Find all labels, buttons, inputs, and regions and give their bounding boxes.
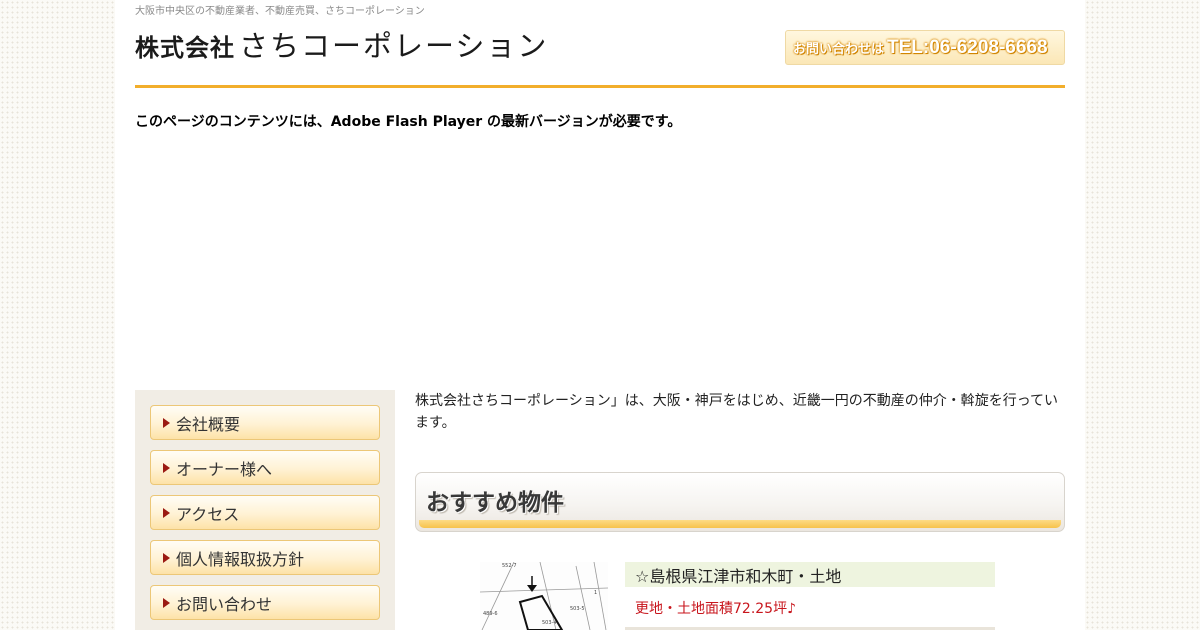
sidebar-item-label: お問い合わせ xyxy=(176,594,273,614)
plat-lot-label: 1 xyxy=(594,590,597,596)
contact-phone-number: TEL:06-6208-6668 xyxy=(887,36,1048,58)
company-intro-text: 株式会社さちコーポレーション」は、大阪・神戸をはじめ、近畿一円の不動産の仲介・斡… xyxy=(415,393,1059,431)
recommended-properties-heading: おすすめ物件 xyxy=(415,472,1065,532)
logo-text-name: さちコーポレーション xyxy=(239,29,549,63)
plat-lot-label: 552-7 xyxy=(502,563,517,569)
sidebar-item-contact[interactable]: お問い合わせ xyxy=(150,585,380,620)
sidebar-nav: 会社概要 オーナー様へ アクセス 個人情報取扱方針 お問い合わせ xyxy=(135,390,395,630)
plat-lot-label: 503-5 xyxy=(570,606,585,612)
recommended-heading-text: おすすめ物件 xyxy=(426,490,564,516)
property-description: 更地・土地面積72.25坪♪ xyxy=(635,601,797,617)
site-tagline: 大阪市中央区の不動産業者、不動産売買、さちコーポレーション xyxy=(135,6,425,17)
arrow-right-icon xyxy=(163,507,170,518)
sidebar-item-label: オーナー様へ xyxy=(176,459,273,479)
sidebar-item-privacy-policy[interactable]: 個人情報取扱方針 xyxy=(150,540,380,575)
plat-lot-label: 503-4 xyxy=(542,620,557,626)
sidebar-item-label: アクセス xyxy=(176,504,240,524)
sidebar-item-label: 個人情報取扱方針 xyxy=(176,549,305,569)
sidebar-item-label: 会社概要 xyxy=(176,414,241,434)
arrow-right-icon xyxy=(163,462,170,473)
sidebar-item-company-overview[interactable]: 会社概要 xyxy=(150,405,380,440)
property-plat-map-image[interactable]: 552-7 489-6 503-5 503-4 1 xyxy=(480,562,608,630)
plat-map-drawing: 552-7 489-6 503-5 503-4 1 xyxy=(480,562,608,630)
sidebar-item-access[interactable]: アクセス xyxy=(150,495,380,530)
plat-lot-label: 489-6 xyxy=(483,611,498,617)
flash-player-notice[interactable]: このページのコンテンツには、Adobe Flash Player の最新バージョ… xyxy=(135,111,681,131)
heading-accent-bar xyxy=(419,520,1061,528)
contact-phone-banner[interactable]: お問い合わせは TEL:06-6208-6668 xyxy=(785,30,1065,65)
sidebar-item-for-owners[interactable]: オーナー様へ xyxy=(150,450,380,485)
contact-label: お問い合わせは xyxy=(793,42,885,57)
property-title-link[interactable]: ☆島根県江津市和木町・土地 xyxy=(625,562,995,587)
header-divider xyxy=(135,85,1065,88)
company-logo[interactable]: 株式会社 さちコーポレーション xyxy=(135,27,546,63)
logo-text-kabushiki: 株式会社 xyxy=(135,34,235,62)
arrow-right-icon xyxy=(163,597,170,608)
arrow-right-icon xyxy=(163,417,170,428)
page-container: 大阪市中央区の不動産業者、不動産売買、さちコーポレーション 株式会社 さちコーポ… xyxy=(115,0,1085,630)
arrow-right-icon xyxy=(163,552,170,563)
